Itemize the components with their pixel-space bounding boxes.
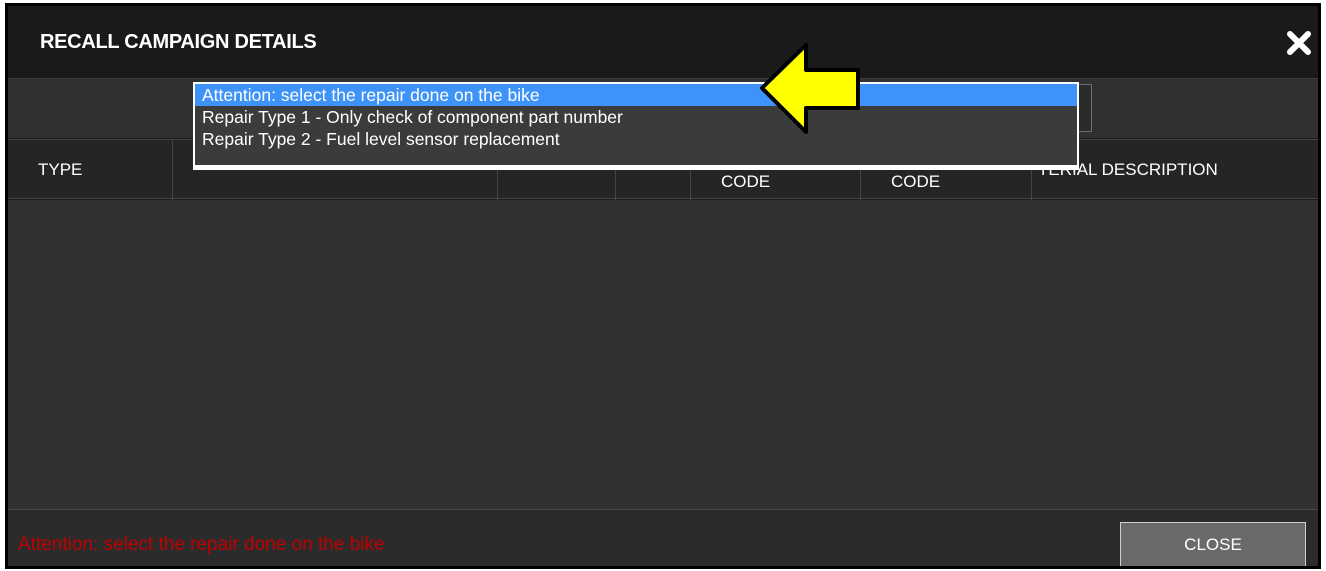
dialog-title: RECALL CAMPAIGN DETAILS	[40, 31, 317, 53]
dropdown-option[interactable]: Repair Type 1 - Only check of component …	[195, 106, 1077, 128]
attention-message: Attention: select the repair done on the…	[18, 534, 385, 555]
col-code-label-1: CODE	[721, 172, 771, 191]
yellow-arrow-icon	[760, 43, 860, 134]
dropdown-option[interactable]: Attention: select the repair done on the…	[195, 84, 1077, 106]
col-type-header[interactable]: TYPE	[8, 140, 173, 200]
close-x-icon[interactable]	[1284, 28, 1314, 58]
repair-type-dropdown-list: Attention: select the repair done on the…	[193, 82, 1079, 170]
col-code-label-2: CODE	[891, 172, 941, 191]
dialog-footer: Attention: select the repair done on the…	[8, 509, 1318, 566]
col-type-label: TYPE	[38, 160, 83, 179]
dropdown-option[interactable]: Repair Type 2 - Fuel level sensor replac…	[195, 128, 1077, 150]
table-body	[8, 200, 1318, 509]
close-button[interactable]: CLOSE	[1120, 522, 1306, 566]
title-bar: RECALL CAMPAIGN DETAILS	[8, 6, 1318, 78]
